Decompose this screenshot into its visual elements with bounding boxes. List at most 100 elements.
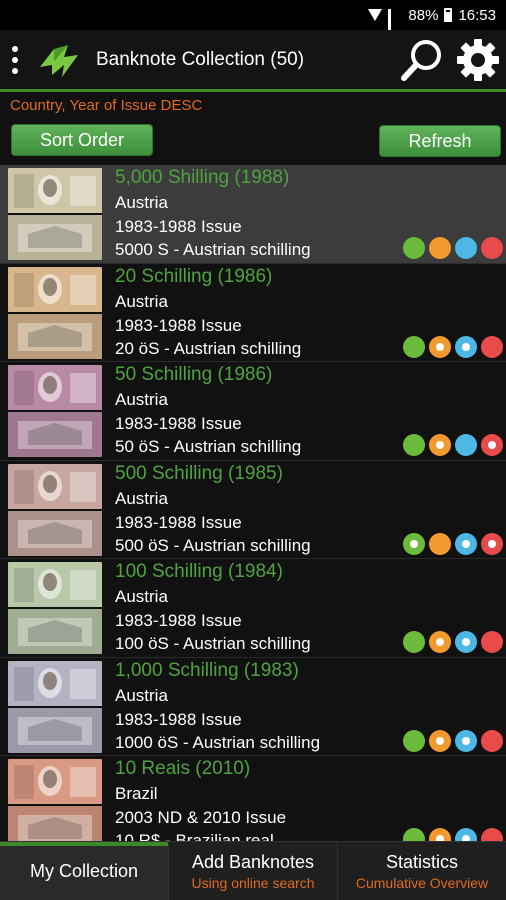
- banknote-issue: 1983-1988 Issue: [115, 217, 242, 236]
- banknote-title: 20 Schilling (1986): [115, 265, 273, 287]
- status-dots: [403, 631, 503, 653]
- tab-statistics[interactable]: Statistics Cumulative Overview: [338, 842, 506, 900]
- banknote-country: Austria: [115, 390, 168, 409]
- banknote-denomination: 20 öS - Austrian schilling: [115, 338, 302, 358]
- banknote-denomination: 10 R$ - Brazilian real: [115, 831, 274, 841]
- refresh-button[interactable]: Refresh: [379, 125, 501, 157]
- duplicate-status-icon[interactable]: [481, 828, 503, 841]
- banknote-title: 5,000 Shilling (1988): [115, 167, 290, 188]
- status-dots: [403, 729, 503, 752]
- list-item[interactable]: 50 Schilling (1986) Austria 1983-1988 Issu…: [0, 362, 506, 461]
- banknote-title: 10 Reais (2010): [115, 758, 251, 779]
- banknote-denomination: 1000 öS - Austrian schilling: [115, 732, 321, 752]
- banknote-country: Austria: [115, 291, 168, 311]
- owned-status-icon[interactable]: [403, 532, 425, 555]
- owned-status-icon[interactable]: [403, 237, 425, 259]
- settings-button[interactable]: [450, 32, 506, 88]
- duplicate-status-icon[interactable]: [481, 631, 503, 653]
- banknote-thumbnail: [8, 168, 102, 260]
- banknote-issue: 1983-1988 Issue: [115, 709, 242, 729]
- banknote-issue: 1983-1988 Issue: [115, 611, 242, 630]
- banknote-thumbnail: [8, 266, 102, 359]
- banknote-issue: 1983-1988 Issue: [115, 315, 242, 335]
- list-item[interactable]: 1,000 Schilling (1983) Austria 1983-1988 I…: [0, 658, 506, 756]
- wishlist-status-icon[interactable]: [429, 532, 451, 555]
- duplicate-status-icon[interactable]: [481, 532, 503, 555]
- owned-status-icon[interactable]: [403, 631, 425, 653]
- banknote-thumbnail: [8, 660, 102, 753]
- status-dots: [403, 335, 503, 358]
- sort-order-button[interactable]: Sort Order: [11, 124, 153, 156]
- list-item[interactable]: 20 Schilling (1986) Austria 1983-1988 Issu…: [0, 264, 506, 362]
- tab-label: My Collection: [29, 860, 139, 881]
- tab-label: Add Banknotes: [191, 851, 315, 872]
- search-button[interactable]: [394, 32, 450, 88]
- wishlist-status-icon[interactable]: [429, 729, 451, 752]
- wishlist-status-icon[interactable]: [429, 335, 451, 358]
- banknote-title: 500 Schilling (1985): [115, 462, 283, 484]
- trade-status-icon[interactable]: [455, 532, 477, 555]
- status-bar: 88% 16:53: [0, 0, 506, 43]
- banknote-country: Austria: [115, 193, 168, 212]
- banknote-thumbnail: [8, 463, 102, 556]
- banknote-issue: 1983-1988 Issue: [115, 414, 242, 433]
- trade-status-icon[interactable]: [455, 729, 477, 752]
- banknote-title: 100 Schilling (1984): [115, 561, 283, 582]
- app-bar: Banknote Collection (50): [0, 30, 506, 92]
- tab-add-banknotes[interactable]: Add Banknotes Using online search: [169, 842, 338, 900]
- banknote-country: Brazil: [115, 784, 158, 803]
- list-item[interactable]: 10 Reais (2010) Brazil 2003 ND & 2010 Issu…: [0, 756, 506, 841]
- search-icon: [401, 39, 441, 81]
- wishlist-status-icon[interactable]: [429, 631, 451, 653]
- banknote-thumbnail: [8, 759, 102, 841]
- banknote-denomination: 50 öS - Austrian schilling: [115, 437, 302, 456]
- overflow-menu-icon[interactable]: [0, 29, 30, 91]
- banknote-country: Austria: [115, 587, 168, 606]
- tab-subtitle: Using online search: [191, 874, 315, 891]
- trade-status-icon[interactable]: [455, 237, 477, 259]
- tab-my-collection[interactable]: My Collection: [0, 842, 169, 900]
- list-item[interactable]: 100 Schilling (1984) Austria 1983-1988 Iss…: [0, 559, 506, 658]
- trade-status-icon[interactable]: [455, 631, 477, 653]
- list-item[interactable]: 5,000 Shilling (1988) Austria 1983-1988 Is…: [0, 165, 506, 264]
- signal-icon: [388, 8, 402, 43]
- trade-status-icon[interactable]: [455, 335, 477, 358]
- banknote-title: 1,000 Schilling (1983): [115, 659, 299, 681]
- owned-status-icon[interactable]: [403, 434, 425, 456]
- owned-status-icon[interactable]: [403, 828, 425, 841]
- banknote-issue: 1983-1988 Issue: [115, 512, 242, 532]
- banknote-issue: 2003 ND & 2010 Issue: [115, 808, 287, 827]
- bottom-tab-bar: My Collection Add Banknotes Using online…: [0, 841, 506, 900]
- duplicate-status-icon[interactable]: [481, 335, 503, 358]
- wishlist-status-icon[interactable]: [429, 828, 451, 841]
- banknote-title: 50 Schilling (1986): [115, 364, 273, 385]
- wishlist-status-icon[interactable]: [429, 434, 451, 456]
- owned-status-icon[interactable]: [403, 335, 425, 358]
- banknote-denomination: 5000 S - Austrian schilling: [115, 240, 311, 259]
- owned-status-icon[interactable]: [403, 729, 425, 752]
- duplicate-status-icon[interactable]: [481, 237, 503, 259]
- sort-order-label: Country, Year of Issue DESC: [10, 97, 203, 114]
- app-logo: [40, 44, 78, 77]
- duplicate-status-icon[interactable]: [481, 434, 503, 456]
- banknote-thumbnail: [8, 562, 102, 654]
- banknote-list[interactable]: 5,000 Shilling (1988) Austria 1983-1988 Is…: [0, 165, 506, 841]
- tab-subtitle: Cumulative Overview: [355, 874, 489, 891]
- status-dots: [403, 434, 503, 456]
- banknote-thumbnail: [8, 365, 102, 457]
- list-item[interactable]: 500 Schilling (1985) Austria 1983-1988 Iss…: [0, 461, 506, 559]
- wishlist-status-icon[interactable]: [429, 237, 451, 259]
- app-title: Banknote Collection (50): [96, 48, 305, 70]
- trade-status-icon[interactable]: [455, 828, 477, 841]
- battery-percent: 88%: [408, 6, 439, 24]
- banknote-country: Austria: [115, 488, 168, 508]
- trade-status-icon[interactable]: [455, 434, 477, 456]
- duplicate-status-icon[interactable]: [481, 729, 503, 752]
- tab-label: Statistics: [385, 851, 459, 872]
- status-dots: [403, 237, 503, 259]
- status-dots: [403, 532, 503, 555]
- status-dots: [403, 828, 503, 841]
- clock: 16:53: [458, 6, 496, 24]
- banknote-denomination: 100 öS - Austrian schilling: [115, 634, 311, 653]
- gear-icon: [457, 38, 499, 81]
